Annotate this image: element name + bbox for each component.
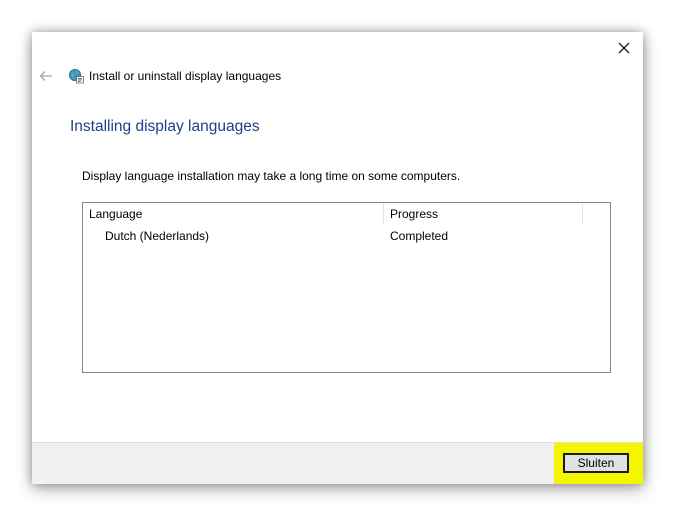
progress-cell: Completed	[390, 229, 449, 243]
column-header-language[interactable]: Language	[83, 203, 384, 225]
language-cell: Dutch (Nederlands)	[105, 229, 210, 243]
list-item[interactable]: Dutch (Nederlands) Completed	[83, 225, 610, 247]
close-button[interactable]	[611, 36, 637, 60]
close-dialog-button[interactable]: Sluiten	[563, 453, 629, 473]
page-title: Installing display languages	[70, 118, 260, 135]
language-progress-list[interactable]: Language Progress Dutch (Nederlands) Com…	[82, 202, 611, 373]
back-button[interactable]	[38, 68, 54, 84]
column-header-progress[interactable]: Progress	[384, 203, 583, 225]
language-install-dialog: Install or uninstall display languages I…	[32, 32, 643, 484]
window-title: Install or uninstall display languages	[89, 69, 282, 83]
list-header: Language Progress	[83, 203, 610, 225]
installation-note: Display language installation may take a…	[82, 169, 461, 183]
dialog-footer: Sluiten	[32, 442, 643, 484]
arrow-left-icon	[39, 71, 52, 81]
language-globe-icon	[69, 69, 84, 84]
column-header-filler	[583, 203, 610, 225]
screenshot-stage: Install or uninstall display languages I…	[0, 0, 675, 516]
close-icon	[618, 42, 630, 54]
